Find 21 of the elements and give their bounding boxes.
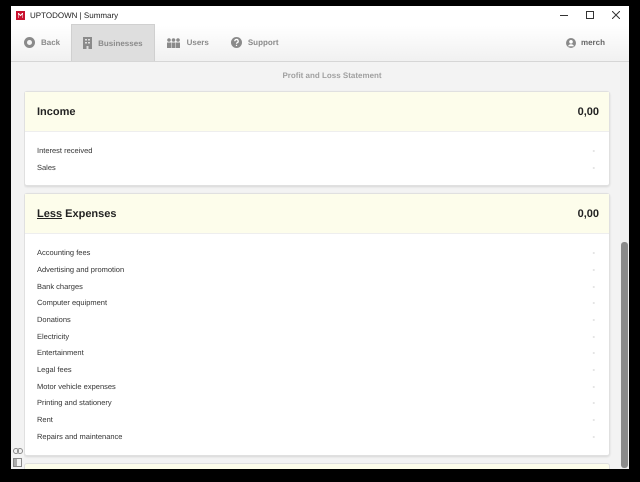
users-icon: [166, 38, 181, 48]
link-icon[interactable]: [12, 448, 22, 454]
close-icon[interactable]: [612, 11, 620, 19]
window-title: UPTODOWN | Summary: [30, 10, 120, 20]
building-icon: [83, 37, 92, 49]
statement-title: Profit and Loss Statement: [281, 70, 383, 82]
app-logo: [16, 10, 25, 20]
maximize-icon[interactable]: [586, 11, 594, 19]
section-title: Income: [37, 106, 76, 118]
section-title: Less Expenses: [37, 208, 117, 220]
back-icon: [24, 37, 35, 48]
section-total: 0,00: [578, 208, 599, 220]
nav-tab[interactable]: Back: [13, 24, 72, 61]
user-icon: [566, 38, 576, 48]
nav-tab[interactable]: Businesses: [71, 24, 155, 61]
sidebar-icon[interactable]: [13, 458, 22, 467]
section-total: 0,00: [578, 106, 599, 118]
nav-tab[interactable]: Support: [220, 24, 290, 61]
help-icon: [230, 37, 242, 48]
nav-tab[interactable]: Users: [154, 24, 220, 61]
user-menu[interactable]: merch: [560, 24, 611, 61]
